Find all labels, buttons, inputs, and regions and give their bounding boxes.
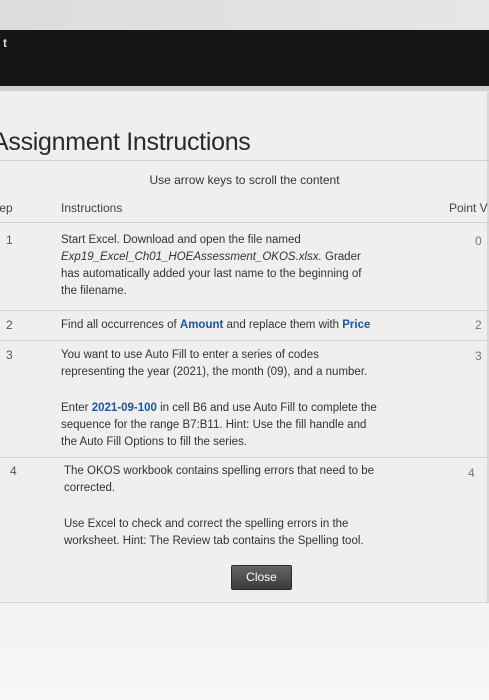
header-divider-line [0,222,489,223]
page-bottom-area [0,603,489,700]
step-instruction-text: The OKOS workbook contains spelling erro… [64,465,375,494]
step-number: 4 [10,464,17,478]
scroll-hint: Use arrow keys to scroll the content [149,173,340,187]
row-divider [0,310,489,311]
title-divider [0,160,489,161]
step-number: 1 [6,233,13,247]
step-instruction-text: Find all occurrences of Amount and repla… [61,319,371,331]
step-points: 3 [475,349,482,363]
header-divider [0,86,489,91]
step-instruction-detail: Enter 2021-09-100 in cell B6 and use Aut… [61,402,377,448]
app-header: t [0,30,489,86]
column-header-points: Point V [449,201,488,215]
step-points: 0 [475,234,482,248]
step-instruction-text: Start Excel. Download and open the file … [61,234,362,297]
step-number: 2 [6,318,13,332]
row-divider [0,340,489,341]
step-instruction-text: You want to use Auto Fill to enter a ser… [61,349,368,378]
row-divider [0,457,489,458]
column-header-step: tep [0,201,13,215]
browser-top-bar [0,0,489,30]
dialog-title: Assignment Instructions [0,128,251,156]
column-header-instructions: Instructions [61,201,123,215]
step-points: 2 [475,318,482,332]
header-partial-text: t [3,36,7,50]
close-button[interactable]: Close [231,565,292,590]
step-points: 4 [468,466,475,480]
step-number: 3 [6,348,13,362]
step-instruction-detail: Use Excel to check and correct the spell… [64,518,364,547]
